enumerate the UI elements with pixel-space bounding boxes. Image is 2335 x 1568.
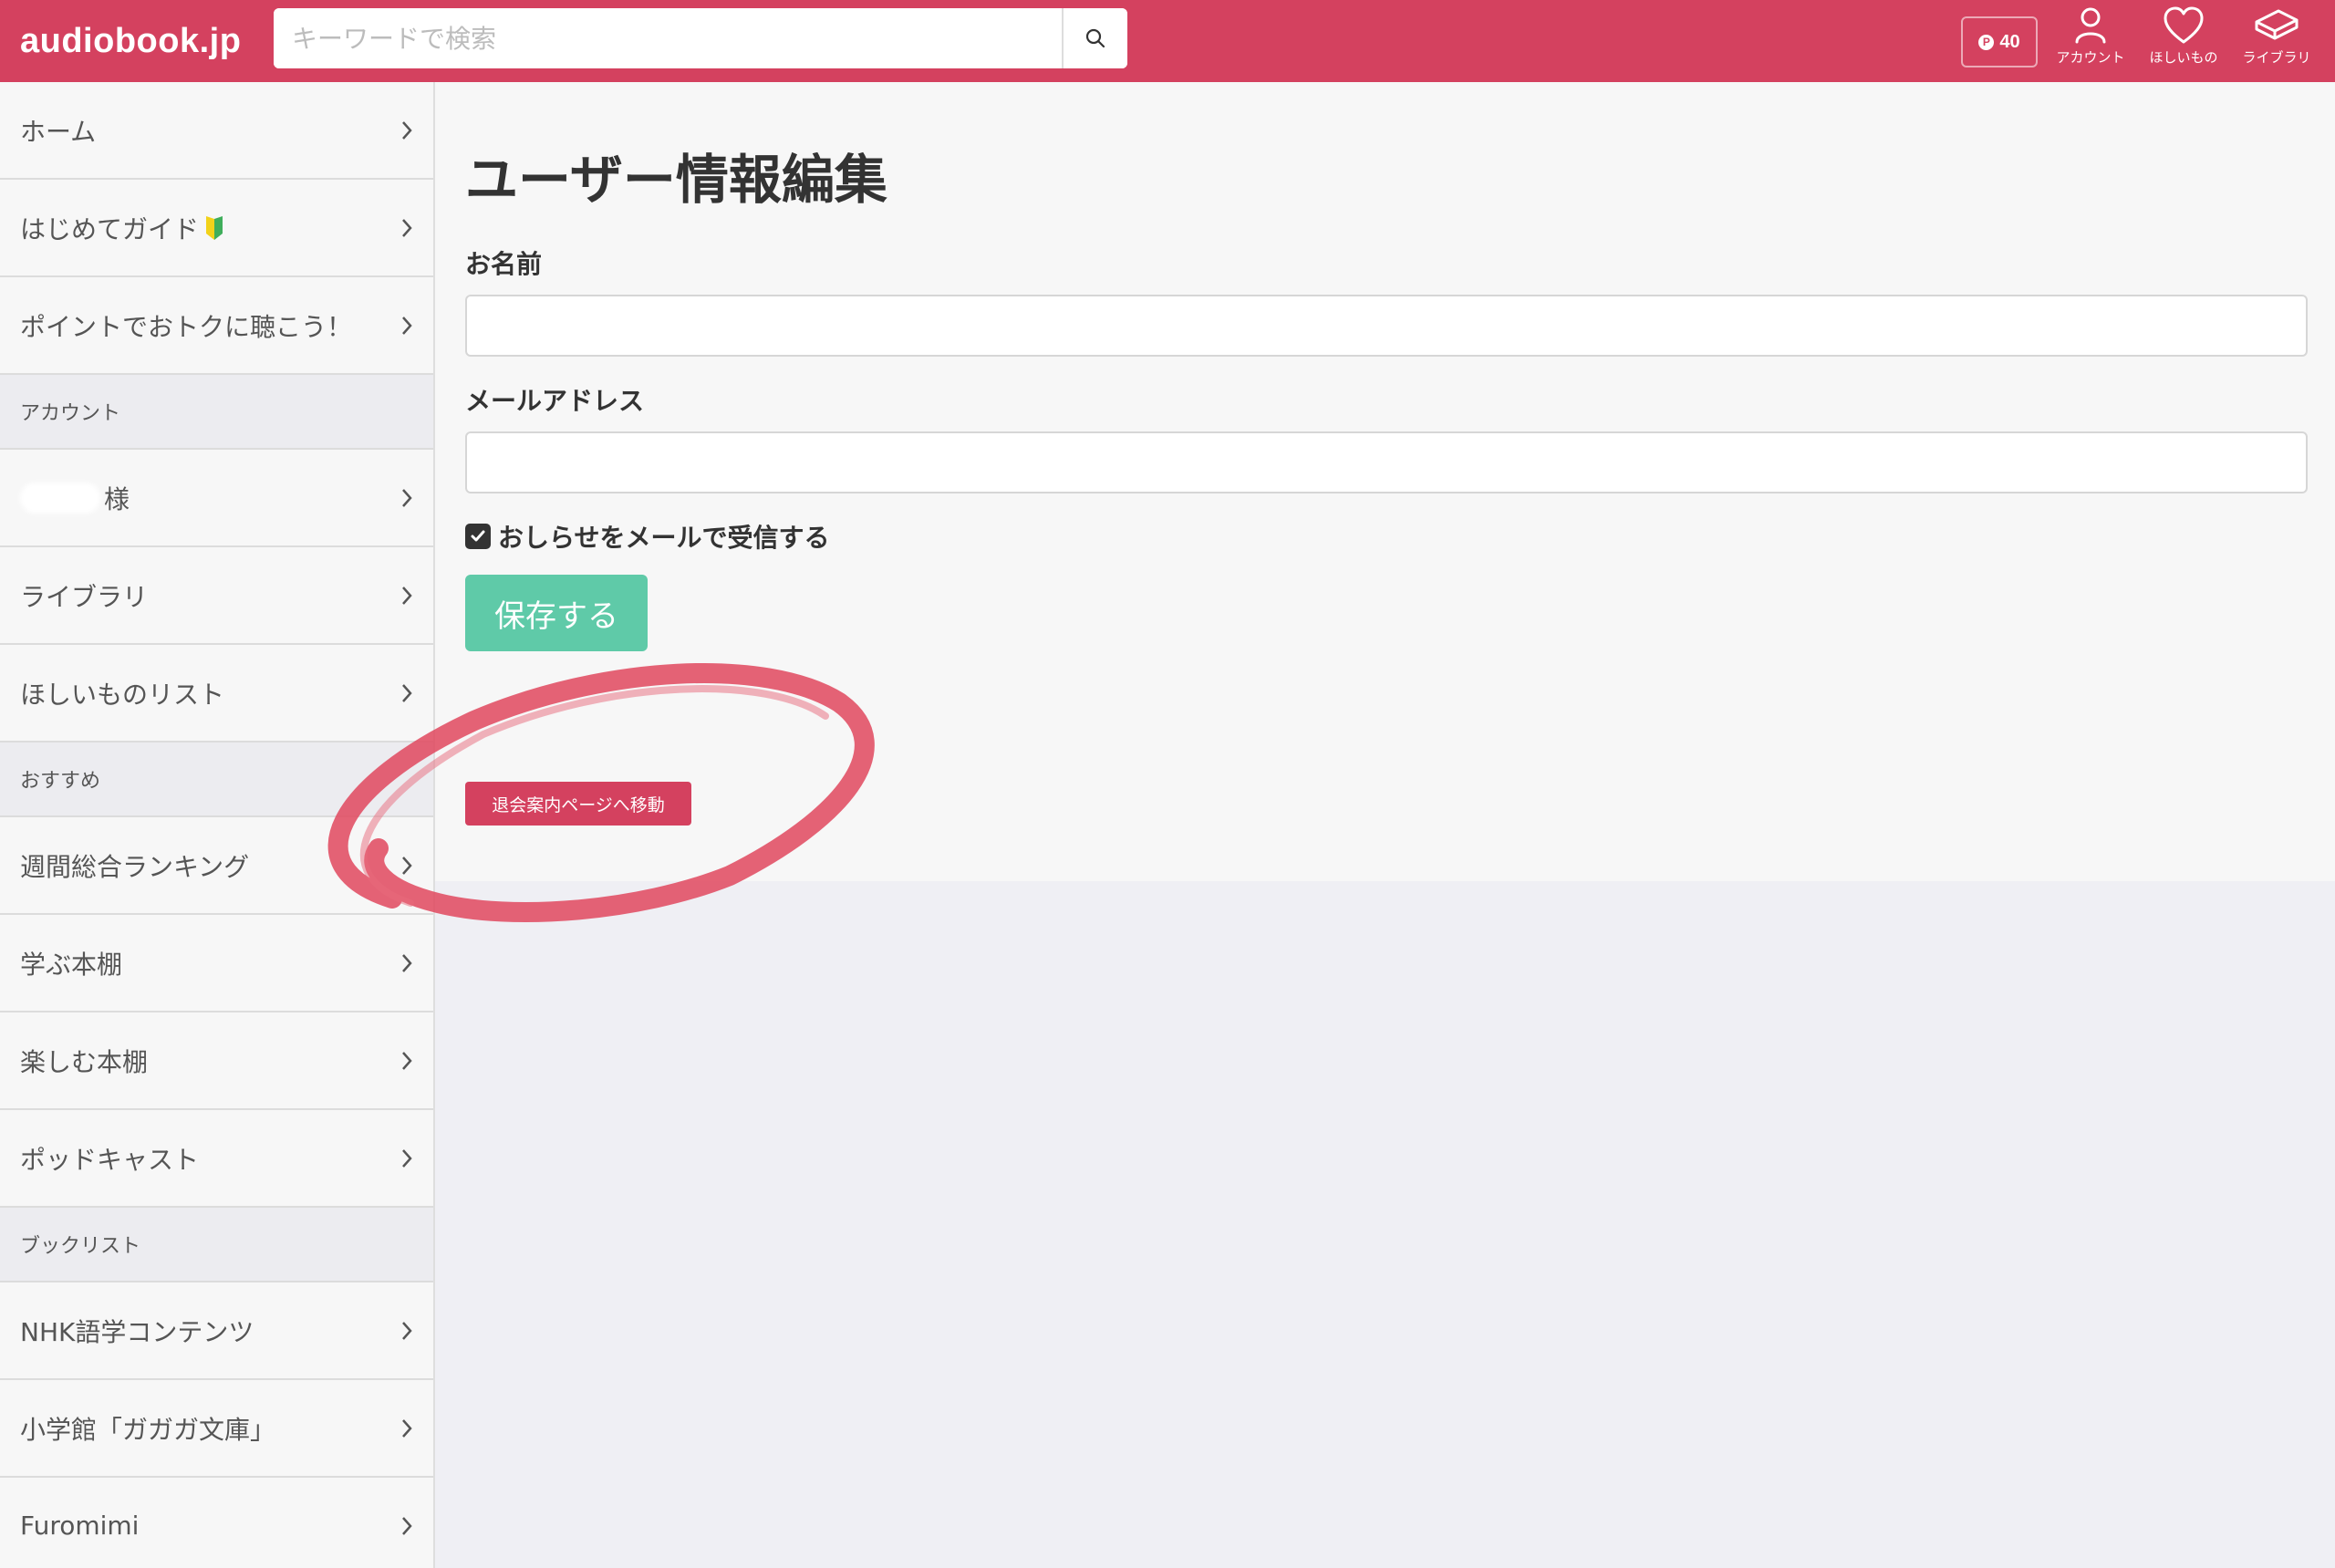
- sidebar-section-recommend: おすすめ: [0, 742, 433, 817]
- email-field[interactable]: [465, 431, 2308, 493]
- newsletter-label[interactable]: おしらせをメールで受信する: [498, 518, 829, 555]
- points-value: 40: [1999, 31, 2020, 52]
- header-library-label: ライブラリ: [2242, 49, 2311, 66]
- sidebar-item-guide[interactable]: はじめてガイド: [0, 180, 433, 277]
- sidebar-item-label: ホーム: [20, 116, 97, 147]
- person-icon: [2075, 7, 2106, 44]
- sidebar-item-label: ライブラリ: [20, 581, 149, 612]
- chevron-right-icon: [402, 1418, 412, 1438]
- sidebar-item-label: 小学館「ガガガ文庫」: [20, 1414, 276, 1445]
- main-content: ユーザー情報編集 お名前 メールアドレス おしらせをメールで受信する 保存する …: [435, 82, 2335, 881]
- withdraw-page-button[interactable]: 退会案内ページへ移動: [465, 782, 691, 826]
- sidebar-nav: ホーム はじめてガイド ポイントでおトクに聴こう！ アカウント 様 ライブラリ …: [0, 82, 435, 1568]
- points-badge[interactable]: P 40: [1961, 16, 2038, 67]
- name-field[interactable]: [465, 295, 2308, 357]
- sidebar-section-account: アカウント: [0, 375, 433, 450]
- chevron-right-icon: [402, 1321, 412, 1340]
- sidebar-item-label: 楽しむ本棚: [20, 1046, 149, 1077]
- chevron-right-icon: [402, 683, 412, 702]
- sidebar-item-enjoy-shelf[interactable]: 楽しむ本棚: [0, 1012, 433, 1110]
- email-label: メールアドレス: [465, 386, 645, 416]
- sidebar-item-home[interactable]: ホーム: [0, 82, 433, 180]
- checkmark-icon: [471, 530, 485, 542]
- search-icon: [1085, 28, 1105, 48]
- heart-icon: [2164, 6, 2204, 44]
- sidebar-item-gagaga[interactable]: 小学館「ガガガ文庫」: [0, 1380, 433, 1478]
- chevron-right-icon: [402, 586, 412, 605]
- chevron-right-icon: [402, 488, 412, 507]
- sidebar-item-label: 週間総合ランキング: [20, 851, 250, 882]
- beginner-mark-icon: [206, 215, 223, 240]
- sidebar-item-label: NHK語学コンテンツ: [20, 1316, 254, 1347]
- chevron-right-icon: [402, 953, 412, 972]
- sidebar-item-wishlist[interactable]: ほしいものリスト: [0, 645, 433, 742]
- chevron-right-icon: [402, 856, 412, 875]
- sidebar-item-label: ポッドキャスト: [20, 1144, 200, 1175]
- sidebar-item-label: 学ぶ本棚: [20, 949, 123, 980]
- header-wishlist-link[interactable]: ほしいもの: [2138, 5, 2229, 78]
- top-header: audiobook.jp P 40 アカウント ほしいもの ライブラ: [0, 0, 2335, 82]
- sidebar-item-podcast[interactable]: ポッドキャスト: [0, 1110, 433, 1208]
- site-logo[interactable]: audiobook.jp: [20, 18, 241, 64]
- sidebar-item-label: Furomimi: [20, 1511, 140, 1541]
- header-account-link[interactable]: アカウント: [2045, 5, 2136, 78]
- search-bar: [274, 8, 1127, 68]
- book-icon: [2255, 9, 2299, 40]
- sidebar-item-weekly-ranking[interactable]: 週間総合ランキング: [0, 817, 433, 915]
- chevron-right-icon: [402, 120, 412, 140]
- sidebar-item-label: はじめてガイド: [20, 213, 200, 244]
- chevron-right-icon: [402, 1516, 412, 1535]
- chevron-right-icon: [402, 1051, 412, 1070]
- sidebar-item-furomimi[interactable]: Furomimi: [0, 1478, 433, 1568]
- sidebar-item-user[interactable]: 様: [0, 450, 433, 547]
- search-input[interactable]: [274, 8, 1062, 68]
- header-library-link[interactable]: ライブラリ: [2231, 5, 2322, 78]
- sidebar-item-label: 様: [104, 483, 130, 514]
- sidebar-item-library[interactable]: ライブラリ: [0, 547, 433, 645]
- sidebar-section-booklist: ブックリスト: [0, 1208, 433, 1282]
- newsletter-checkbox[interactable]: [465, 524, 491, 549]
- chevron-right-icon: [402, 316, 412, 335]
- newsletter-option: おしらせをメールで受信する: [465, 518, 829, 555]
- sidebar-item-label: ほしいものリスト: [20, 679, 225, 710]
- search-button[interactable]: [1062, 8, 1127, 68]
- sidebar-item-nhk[interactable]: NHK語学コンテンツ: [0, 1282, 433, 1380]
- sidebar-item-points[interactable]: ポイントでおトクに聴こう！: [0, 277, 433, 375]
- page-title: ユーザー情報編集: [465, 149, 887, 211]
- header-account-label: アカウント: [2056, 49, 2125, 66]
- sidebar-item-label: ポイントでおトクに聴こう！: [20, 311, 353, 342]
- header-wishlist-label: ほしいもの: [2149, 49, 2218, 66]
- point-coin-icon: P: [1978, 34, 1995, 50]
- redacted-username: [20, 482, 100, 514]
- name-label: お名前: [465, 249, 543, 279]
- sidebar-item-learn-shelf[interactable]: 学ぶ本棚: [0, 915, 433, 1012]
- chevron-right-icon: [402, 1148, 412, 1168]
- save-button[interactable]: 保存する: [465, 575, 648, 651]
- chevron-right-icon: [402, 218, 412, 237]
